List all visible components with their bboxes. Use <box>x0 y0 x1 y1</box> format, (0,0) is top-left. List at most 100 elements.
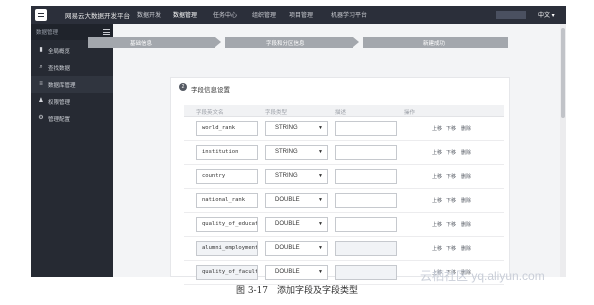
caret-down-icon: ▼ <box>318 269 323 275</box>
move-down-link[interactable]: 下移 <box>446 173 456 180</box>
field-type-select[interactable]: DOUBLE ▼ <box>265 241 328 256</box>
sidebar-toggle-icon[interactable] <box>103 29 110 35</box>
field-type-select[interactable]: DOUBLE ▼ <box>265 193 328 208</box>
field-name-input[interactable]: quality_of_educat <box>196 217 258 232</box>
move-up-link[interactable]: 上移 <box>432 173 442 180</box>
sidebar-item-database-management[interactable]: ≡ 数据库管理 <box>31 76 113 93</box>
field-name-input[interactable]: quality_of_facult <box>196 265 258 280</box>
sidebar-item-permissions[interactable]: ♟ 权限管理 <box>31 93 113 110</box>
menu-logo-icon[interactable] <box>35 9 47 21</box>
move-down-link[interactable]: 下移 <box>446 245 456 252</box>
description-input[interactable] <box>335 145 397 160</box>
step-arrow <box>215 37 221 47</box>
column-header-actions: 操作 <box>404 110 416 116</box>
nav-item-org-management[interactable]: 组织管理 <box>252 10 276 19</box>
caret-down-icon: ▼ <box>318 125 323 131</box>
move-up-link[interactable]: 上移 <box>432 221 442 228</box>
column-header-field-type: 字段类型 <box>265 110 288 116</box>
description-input[interactable] <box>335 193 397 208</box>
settings-icon: ⚙ <box>38 115 44 121</box>
nav-item-task-center[interactable]: 任务中心 <box>213 10 237 19</box>
brand-title[interactable]: 网易云大数据开发平台 <box>65 10 130 20</box>
sidebar-item-label: 全局概览 <box>48 49 71 55</box>
database-icon: ≡ <box>39 81 43 87</box>
description-input[interactable] <box>335 265 397 280</box>
table-row: alumni_employment DOUBLE ▼ 上移 下移 删除 <box>184 237 504 261</box>
nav-item-data-management[interactable]: 数据管理 <box>173 10 197 19</box>
field-type-value: STRING <box>275 125 298 131</box>
field-type-value: STRING <box>275 173 298 179</box>
delete-link[interactable]: 删除 <box>461 245 471 252</box>
scrollbar-thumb[interactable] <box>561 28 565 118</box>
figure-caption: 图 3-17 添加字段及字段类型 <box>235 286 359 296</box>
caret-down-icon: ▼ <box>318 245 323 251</box>
field-name-input[interactable]: country <box>196 169 258 184</box>
description-input[interactable] <box>335 241 397 256</box>
field-type-select[interactable]: STRING ▼ <box>265 169 328 184</box>
field-type-select[interactable]: STRING ▼ <box>265 145 328 160</box>
delete-link[interactable]: 删除 <box>461 197 471 204</box>
sidebar-title: 数据管理 <box>36 30 59 36</box>
move-up-link[interactable]: 上移 <box>432 125 442 132</box>
sidebar: 数据管理 ▮ 全局概览 ⌕ 查找数据 ≡ 数据库管理 ♟ 权限管理 ⚙ 管理配置 <box>31 24 113 277</box>
table-row: institution STRING ▼ 上移 下移 删除 <box>184 141 504 165</box>
column-header-field-name: 字段英文名 <box>196 110 224 116</box>
field-type-value: DOUBLE <box>275 269 300 275</box>
field-name-input[interactable]: alumni_employment <box>196 241 258 256</box>
section-title: 字段信息设置 <box>191 87 230 94</box>
caret-down-icon: ▼ <box>318 197 323 203</box>
delete-link[interactable]: 删除 <box>461 221 471 228</box>
delete-link[interactable]: 删除 <box>461 173 471 180</box>
table-row: country STRING ▼ 上移 下移 删除 <box>184 165 504 189</box>
watermark-text: 云栖社区 yq.aliyun.com <box>420 269 545 283</box>
field-type-select[interactable]: STRING ▼ <box>265 121 328 136</box>
field-type-value: DOUBLE <box>275 221 300 227</box>
user-avatar[interactable] <box>496 11 526 19</box>
field-name-input[interactable]: national_rank <box>196 193 258 208</box>
step-label-created: 新建成功 <box>423 41 446 47</box>
sidebar-item-config[interactable]: ⚙ 管理配置 <box>31 110 113 127</box>
field-type-value: DOUBLE <box>275 197 300 203</box>
description-input[interactable] <box>335 217 397 232</box>
language-selector[interactable]: 中文 ▾ <box>538 10 555 19</box>
table-row: world_rank STRING ▼ 上移 下移 删除 <box>184 117 504 141</box>
move-down-link[interactable]: 下移 <box>446 149 456 156</box>
move-down-link[interactable]: 下移 <box>446 197 456 204</box>
nav-item-ml-platform[interactable]: 机器学习平台 <box>331 10 367 19</box>
sidebar-item-label: 管理配置 <box>48 117 71 123</box>
caret-down-icon: ▼ <box>318 173 323 179</box>
sidebar-item-label: 数据库管理 <box>48 83 76 89</box>
sidebar-item-label: 权限管理 <box>48 100 71 106</box>
description-input[interactable] <box>335 121 397 136</box>
search-icon: ⌕ <box>39 64 43 70</box>
table-row: national_rank DOUBLE ▼ 上移 下移 删除 <box>184 189 504 213</box>
fields-table-header: 字段英文名 字段类型 描述 操作 <box>184 105 504 117</box>
bar-chart-icon: ▮ <box>39 47 43 53</box>
delete-link[interactable]: 删除 <box>461 125 471 132</box>
caret-down-icon: ▼ <box>318 149 323 155</box>
nav-item-project-management[interactable]: 项目管理 <box>289 10 313 19</box>
nav-item-data-dev[interactable]: 数据开发 <box>137 10 161 19</box>
sidebar-item-find-data[interactable]: ⌕ 查找数据 <box>31 59 113 76</box>
field-type-value: DOUBLE <box>275 245 300 251</box>
move-up-link[interactable]: 上移 <box>432 149 442 156</box>
field-name-input[interactable]: world_rank <box>196 121 258 136</box>
description-input[interactable] <box>335 169 397 184</box>
move-up-link[interactable]: 上移 <box>432 197 442 204</box>
sidebar-item-label: 查找数据 <box>48 66 71 72</box>
step-arrow <box>353 37 359 47</box>
move-down-link[interactable]: 下移 <box>446 221 456 228</box>
field-name-input[interactable]: institution <box>196 145 258 160</box>
field-type-select[interactable]: DOUBLE ▼ <box>265 265 328 280</box>
caret-down-icon: ▼ <box>318 221 323 227</box>
step-label-fields-partitions: 字段和分区信息 <box>266 41 305 47</box>
field-type-select[interactable]: DOUBLE ▼ <box>265 217 328 232</box>
move-down-link[interactable]: 下移 <box>446 125 456 132</box>
progress-steps: 基础信息 字段和分区信息 新建成功 <box>88 37 508 48</box>
delete-link[interactable]: 删除 <box>461 149 471 156</box>
move-up-link[interactable]: 上移 <box>432 245 442 252</box>
step-label-basic-info: 基础信息 <box>130 41 153 47</box>
users-icon: ♟ <box>38 98 44 104</box>
table-row: quality_of_educat DOUBLE ▼ 上移 下移 删除 <box>184 213 504 237</box>
top-navbar: 网易云大数据开发平台 数据开发 数据管理 任务中心 组织管理 项目管理 机器学习… <box>31 6 566 24</box>
